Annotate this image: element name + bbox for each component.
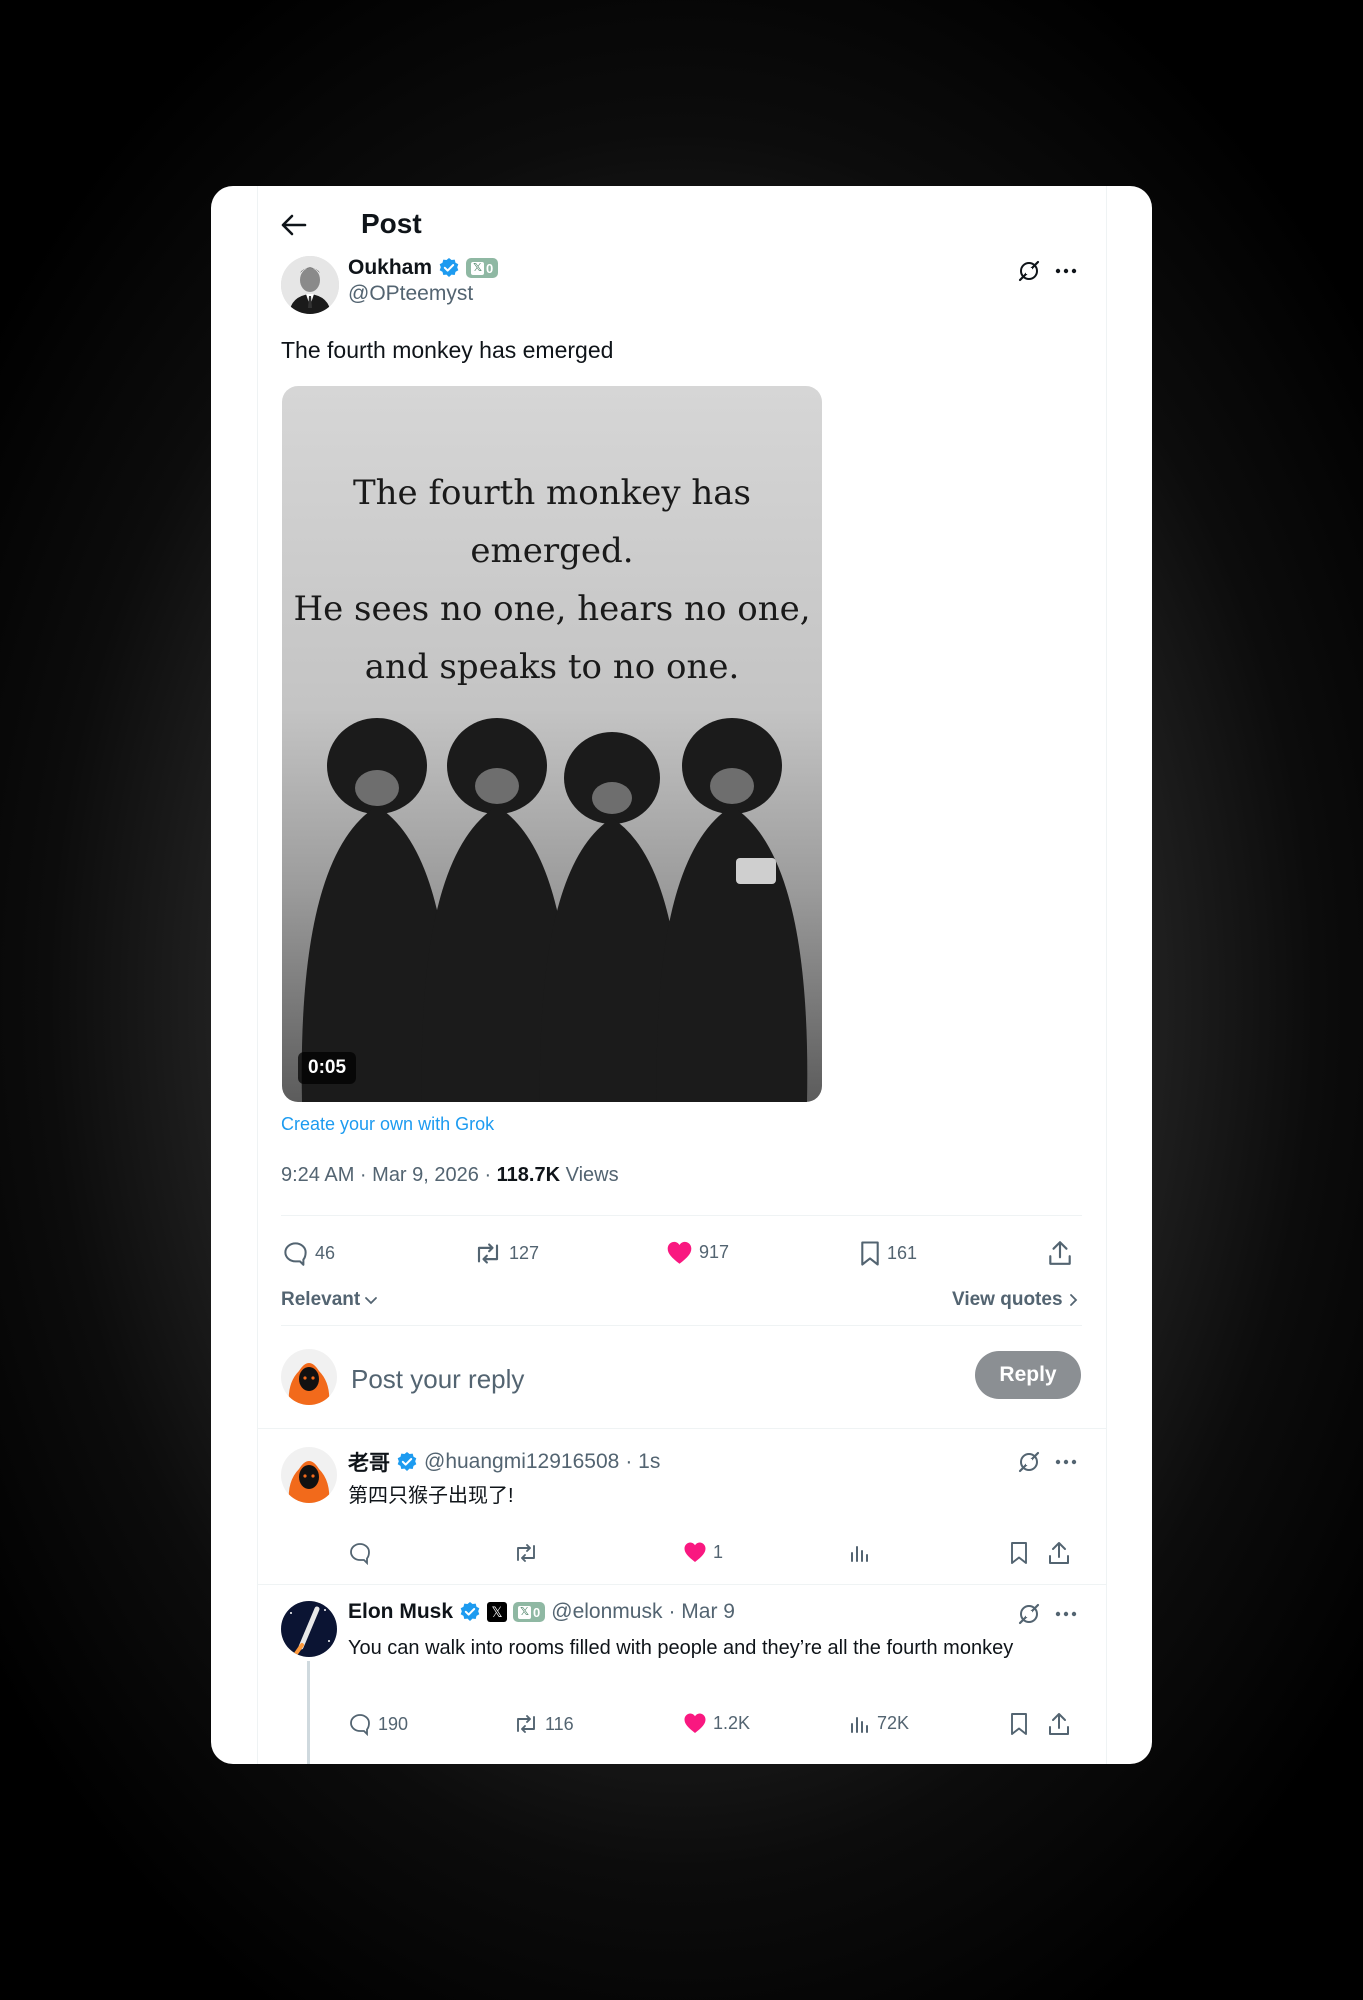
reply-text: You can walk into rooms filled with peop… [348, 1637, 1014, 1659]
video-duration: 0:05 [298, 1052, 357, 1084]
views-icon [849, 1712, 871, 1734]
post-timestamp[interactable]: 9:24 AM · Mar 9, 2026 · [281, 1164, 497, 1186]
more-options-icon[interactable] [1055, 1611, 1077, 1617]
reply-text: 第四只猴子出现了! [348, 1485, 514, 1507]
divider [281, 1215, 1082, 1216]
back-arrow-icon[interactable] [281, 214, 307, 236]
heart-filled-icon [683, 1712, 707, 1734]
divider [258, 1428, 1106, 1429]
reply-button[interactable]: Reply [975, 1351, 1081, 1399]
like-count: 1 [713, 1541, 724, 1562]
reply-time[interactable]: · Mar 9 [668, 1600, 735, 1624]
heart-filled-icon [666, 1240, 693, 1265]
like-action[interactable]: 917 [666, 1240, 729, 1265]
heart-filled-icon [683, 1541, 707, 1563]
repost-count: 116 [545, 1713, 574, 1734]
sort-dropdown[interactable]: Relevant [281, 1289, 378, 1311]
view-quotes-label: View quotes [952, 1289, 1063, 1310]
reply-icon [348, 1712, 372, 1736]
share-icon[interactable] [1047, 1711, 1071, 1737]
bookmark-icon[interactable] [1009, 1712, 1029, 1736]
share-icon[interactable] [1047, 1540, 1071, 1566]
post-text: The fourth monkey has emerged [281, 337, 614, 363]
views-label: Views [560, 1164, 619, 1186]
like-action[interactable]: 1.2K [683, 1712, 750, 1734]
grok-icon[interactable] [1017, 259, 1041, 283]
repost-action[interactable]: 127 [473, 1240, 539, 1267]
divider [281, 1325, 1082, 1326]
reply-icon [282, 1240, 309, 1267]
view-quotes-link[interactable]: View quotes [952, 1289, 1078, 1311]
affiliate-badge: 𝕏 0 [513, 1602, 546, 1622]
x-logo-icon: 𝕏 [518, 1605, 532, 1619]
verified-badge-icon [459, 1601, 481, 1623]
reply-header: Elon Musk 𝕏 𝕏 0 @elonmusk · Mar 9 [348, 1600, 735, 1624]
page-title: Post [361, 208, 422, 239]
views-count: 118.7K [496, 1164, 561, 1186]
more-options-icon[interactable] [1055, 268, 1077, 274]
column-border-left [257, 186, 258, 1764]
divider [258, 1584, 1106, 1585]
bookmark-icon [859, 1240, 881, 1267]
affiliate-badge: 𝕏 0 [466, 258, 499, 278]
reply-input[interactable]: Post your reply [351, 1364, 524, 1395]
grok-icon[interactable] [1017, 1602, 1041, 1626]
more-options-icon[interactable] [1055, 1459, 1077, 1465]
reply-icon[interactable] [348, 1541, 372, 1565]
reply-action[interactable]: 46 [282, 1240, 335, 1267]
repost-icon [513, 1712, 539, 1736]
column-border-right [1106, 186, 1107, 1764]
bookmark-count: 161 [887, 1243, 918, 1263]
like-count: 1.2K [713, 1712, 751, 1733]
grok-icon[interactable] [1017, 1450, 1041, 1474]
reply-author-name[interactable]: Elon Musk [348, 1600, 453, 1624]
bookmark-action[interactable]: 161 [859, 1240, 917, 1267]
bookmark-icon[interactable] [1009, 1541, 1029, 1565]
like-action[interactable]: 1 [683, 1541, 723, 1563]
reply-action[interactable]: 190 [348, 1712, 408, 1736]
post-video[interactable]: The fourth monkey has emerged. He sees n… [282, 386, 822, 1102]
x-logo-icon: 𝕏 [471, 261, 485, 275]
chevron-down-icon [364, 1295, 378, 1305]
reply-avatar[interactable] [281, 1447, 337, 1503]
x-logo-icon: 𝕏 [487, 1602, 508, 1622]
post-metadata: 9:24 AM · Mar 9, 2026 · 118.7K Views [281, 1164, 619, 1187]
monkeys-illustration [301, 718, 808, 1102]
reply-count: 46 [315, 1243, 336, 1263]
reply-author-name[interactable]: 老哥 [348, 1447, 390, 1477]
author-avatar[interactable] [281, 256, 339, 314]
repost-icon[interactable] [513, 1541, 539, 1565]
chevron-right-icon [1069, 1293, 1078, 1307]
like-count: 917 [699, 1242, 730, 1262]
views-count: 72K [877, 1712, 910, 1733]
thread-line [307, 1661, 310, 1764]
verified-badge-icon [438, 257, 460, 279]
repost-action[interactable]: 116 [513, 1712, 574, 1736]
post-card: Post Oukham 𝕏 0 @OPteemyst The fourth mo… [211, 186, 1152, 1764]
repost-count: 127 [509, 1243, 540, 1263]
sort-label: Relevant [281, 1289, 361, 1310]
reply-count: 190 [378, 1713, 409, 1734]
author-row: Oukham 𝕏 0 [348, 256, 499, 280]
author-name[interactable]: Oukham [348, 256, 432, 280]
author-handle[interactable]: @OPteemyst [348, 282, 473, 306]
reply-author-handle[interactable]: @elonmusk [551, 1600, 662, 1624]
reply-author-handle[interactable]: @huangmi12916508 [424, 1450, 619, 1474]
views-action[interactable]: 72K [849, 1712, 909, 1734]
reply-time[interactable]: · 1s [625, 1450, 660, 1474]
user-avatar[interactable] [281, 1349, 337, 1405]
reply-avatar[interactable] [281, 1601, 337, 1657]
views-icon[interactable] [849, 1541, 871, 1563]
repost-icon [473, 1240, 503, 1267]
share-icon[interactable] [1047, 1239, 1073, 1267]
grok-link[interactable]: Create your own with Grok [281, 1114, 494, 1135]
verified-badge-icon [396, 1451, 418, 1473]
reply-header: 老哥 @huangmi12916508 · 1s [348, 1447, 660, 1477]
video-caption: The fourth monkey has emerged. He sees n… [293, 473, 811, 687]
